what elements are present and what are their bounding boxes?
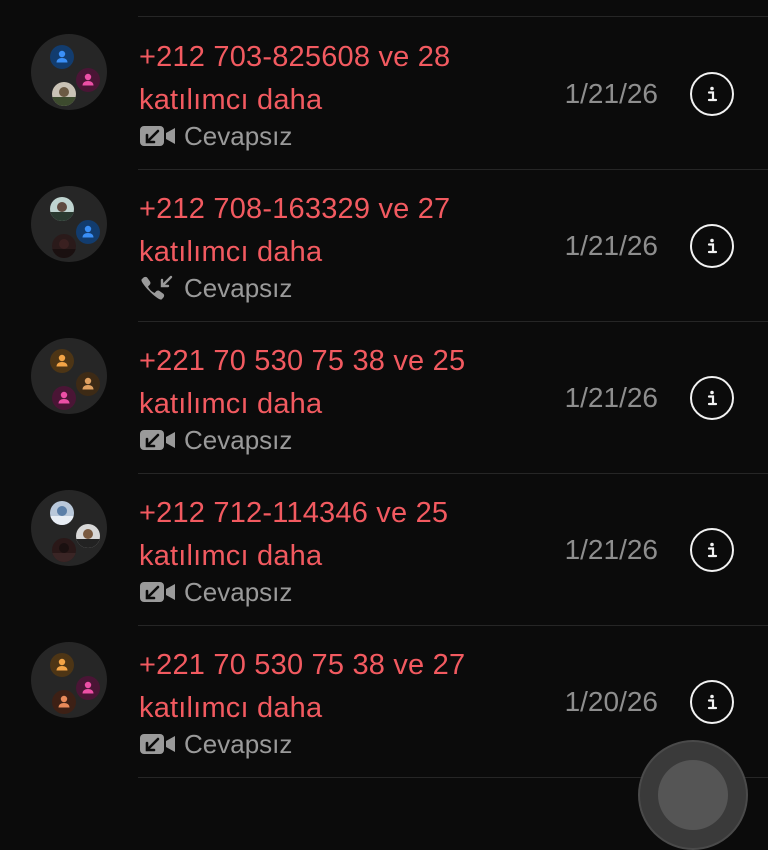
missed-video-call-icon bbox=[139, 579, 179, 605]
call-status: Cevapsız bbox=[184, 425, 293, 455]
info-icon bbox=[701, 83, 723, 105]
participants-label-line1: +212 708-163329 ve 27 bbox=[139, 193, 451, 225]
participants-label-line1: +212 703-825608 ve 28 bbox=[139, 41, 451, 73]
call-type: Cevapsız bbox=[139, 425, 292, 455]
call-type: Cevapsız bbox=[139, 121, 292, 151]
participant-avatar-icon bbox=[76, 676, 100, 700]
missed-phone-call-icon bbox=[139, 275, 179, 301]
participant-avatar-icon bbox=[50, 653, 74, 677]
call-date: 1/21/26 bbox=[564, 230, 658, 261]
group-avatar bbox=[31, 338, 107, 414]
participants-label-line1: +221 70 530 75 38 ve 27 bbox=[139, 649, 466, 681]
participant-photo bbox=[76, 524, 100, 548]
participant-photo bbox=[50, 197, 74, 221]
info-icon bbox=[701, 539, 723, 561]
call-status: Cevapsız bbox=[184, 273, 293, 303]
call-date: 1/21/26 bbox=[564, 78, 658, 109]
participants-label-line2: katılımcı daha bbox=[139, 84, 323, 116]
participant-photo bbox=[52, 234, 76, 258]
info-button[interactable] bbox=[690, 224, 734, 268]
participant-avatar-icon bbox=[76, 220, 100, 244]
call-status: Cevapsız bbox=[184, 729, 293, 759]
call-history-list: +212 703-825608 ve 28 katılımcı daha Cevap… bbox=[0, 0, 768, 778]
call-date: 1/21/26 bbox=[564, 534, 658, 565]
participant-avatar-icon bbox=[52, 690, 76, 714]
floating-action-button[interactable] bbox=[638, 740, 748, 850]
participants-label-line1: +221 70 530 75 38 ve 25 bbox=[139, 345, 466, 377]
missed-video-call-icon bbox=[139, 123, 179, 149]
participant-avatar-icon bbox=[76, 68, 100, 92]
call-type: Cevapsız bbox=[139, 729, 292, 759]
info-icon bbox=[701, 235, 723, 257]
group-avatar bbox=[31, 186, 107, 262]
participant-avatar-icon bbox=[52, 386, 76, 410]
call-log-row[interactable]: +221 70 530 75 38 ve 25 katılımcı daha Cev… bbox=[0, 322, 768, 474]
call-date: 1/20/26 bbox=[564, 686, 658, 717]
participants-label-line2: katılımcı daha bbox=[139, 540, 323, 572]
call-status: Cevapsız bbox=[184, 121, 293, 151]
missed-video-call-icon bbox=[139, 731, 179, 757]
info-button[interactable] bbox=[690, 680, 734, 724]
info-button[interactable] bbox=[690, 376, 734, 420]
group-avatar bbox=[31, 34, 107, 110]
participants-label-line2: katılımcı daha bbox=[139, 692, 323, 724]
call-type: Cevapsız bbox=[139, 577, 292, 607]
group-avatar bbox=[31, 490, 107, 566]
participant-photo bbox=[50, 501, 74, 525]
participants-label: +212 712-114346 ve 25 katılımcı daha bbox=[139, 492, 559, 578]
participant-avatar-icon bbox=[50, 45, 74, 69]
participant-avatar-icon bbox=[50, 349, 74, 373]
info-icon bbox=[701, 691, 723, 713]
info-button[interactable] bbox=[690, 72, 734, 116]
info-icon bbox=[701, 387, 723, 409]
participants-label: +212 708-163329 ve 27 katılımcı daha bbox=[139, 188, 559, 274]
call-log-row[interactable]: +221 70 530 75 38 ve 27 katılımcı daha Cev… bbox=[0, 626, 768, 778]
participant-photo bbox=[52, 82, 76, 106]
participants-label-line2: katılımcı daha bbox=[139, 236, 323, 268]
participant-avatar-icon bbox=[76, 372, 100, 396]
group-avatar bbox=[31, 642, 107, 718]
call-status: Cevapsız bbox=[184, 577, 293, 607]
call-log-row[interactable]: +212 712-114346 ve 25 katılımcı daha Cevap… bbox=[0, 474, 768, 626]
call-type: Cevapsız bbox=[139, 273, 292, 303]
participants-label: +221 70 530 75 38 ve 27 katılımcı daha bbox=[139, 644, 559, 730]
participants-label-line1: +212 712-114346 ve 25 bbox=[139, 497, 449, 529]
participant-photo bbox=[52, 538, 76, 562]
info-button[interactable] bbox=[690, 528, 734, 572]
call-log-row[interactable]: +212 708-163329 ve 27 katılımcı daha Cevap… bbox=[0, 170, 768, 322]
call-date: 1/21/26 bbox=[564, 382, 658, 413]
participants-label-line2: katılımcı daha bbox=[139, 388, 323, 420]
call-log-row[interactable]: +212 703-825608 ve 28 katılımcı daha Cevap… bbox=[0, 18, 768, 170]
participants-label: +212 703-825608 ve 28 katılımcı daha bbox=[139, 36, 559, 122]
missed-video-call-icon bbox=[139, 427, 179, 453]
divider bbox=[138, 16, 768, 17]
participants-label: +221 70 530 75 38 ve 25 katılımcı daha bbox=[139, 340, 559, 426]
